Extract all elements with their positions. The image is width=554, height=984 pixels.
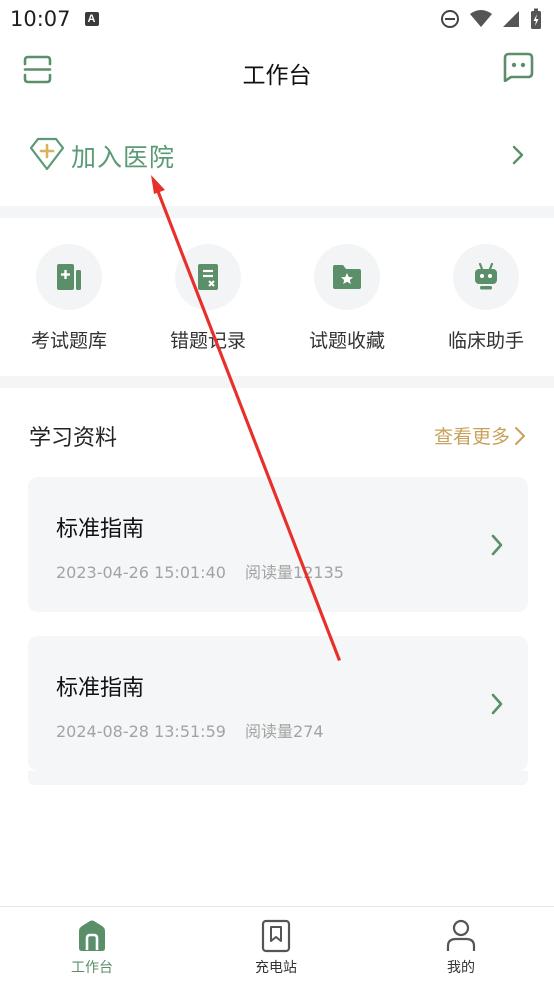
- nav-tab-mine[interactable]: 我的: [416, 919, 506, 977]
- quick-action-label: 试题收藏: [308, 330, 385, 352]
- chevron-right-icon: [515, 426, 526, 445]
- material-meta: 2024-08-28 13:51:59 阅读量274: [56, 718, 324, 742]
- quick-action-question-bank[interactable]: 考试题库: [14, 244, 124, 353]
- join-hospital-row[interactable]: 加入医院: [0, 110, 554, 204]
- material-card[interactable]: 标准指南 2023-04-26 15:01:40 阅读量12135: [28, 477, 528, 612]
- wrong-answer-record-icon: [198, 264, 218, 290]
- status-icons: [440, 8, 542, 30]
- bookmark-icon: [261, 919, 291, 953]
- wifi-icon: [470, 10, 492, 27]
- page-title: 工作台: [242, 63, 312, 89]
- favorites-folder-icon: [333, 265, 361, 289]
- bottom-navigation: 工作台 充电站 我的: [0, 906, 554, 984]
- section-title-materials: 学习资料: [29, 426, 118, 451]
- chevron-right-icon: [512, 145, 524, 165]
- chevron-right-icon: [491, 693, 503, 715]
- quick-action-label: 考试题库: [30, 330, 107, 352]
- status-left: 10:07 A: [10, 7, 99, 31]
- hospital-plus-icon: [29, 137, 65, 171]
- quick-action-label: 临床助手: [447, 330, 524, 352]
- battery-icon: [531, 8, 541, 29]
- quick-action-wrong-answers[interactable]: 错题记录: [153, 244, 263, 353]
- section-divider: [0, 206, 554, 218]
- signal-icon: [503, 11, 519, 27]
- material-title: 标准指南: [56, 676, 145, 701]
- material-date: 2023-04-26 15:01:40: [56, 563, 226, 582]
- nav-tab-workbench[interactable]: 工作台: [47, 919, 137, 977]
- profile-icon: [446, 919, 476, 951]
- material-title: 标准指南: [56, 517, 145, 542]
- status-time: 10:07: [10, 7, 71, 31]
- nav-tab-charging-station[interactable]: 充电站: [231, 919, 321, 977]
- status-bar: 10:07 A: [0, 0, 554, 38]
- material-date: 2024-08-28 13:51:59: [56, 722, 226, 741]
- robot-assistant-icon: [475, 262, 497, 290]
- nav-label: 工作台: [71, 960, 113, 976]
- material-read-count: 阅读量274: [245, 722, 324, 741]
- app-notification-icon: A: [84, 12, 99, 26]
- view-more-link[interactable]: 查看更多: [434, 422, 526, 449]
- section-divider: [0, 376, 554, 388]
- material-card[interactable]: 标准指南 2024-08-28 13:51:59 阅读量274: [28, 636, 528, 771]
- join-hospital-label: 加入医院: [71, 143, 176, 172]
- home-icon: [79, 920, 105, 951]
- nav-label: 我的: [447, 960, 475, 976]
- quick-actions: 考试题库 错题记录 试题收藏 临床助手: [0, 218, 554, 376]
- do-not-disturb-icon: [441, 10, 459, 28]
- material-meta: 2023-04-26 15:01:40 阅读量12135: [56, 559, 344, 583]
- chevron-right-icon: [491, 534, 503, 556]
- nav-label: 充电站: [255, 960, 297, 976]
- question-bank-icon: [57, 264, 81, 290]
- message-icon[interactable]: [502, 52, 534, 82]
- view-more-label: 查看更多: [434, 426, 511, 448]
- material-read-count: 阅读量12135: [245, 563, 344, 582]
- quick-action-favorites[interactable]: 试题收藏: [292, 244, 402, 353]
- quick-action-label: 错题记录: [169, 330, 246, 352]
- card-peek: [28, 771, 528, 785]
- quick-action-clinical-assistant[interactable]: 临床助手: [431, 244, 541, 353]
- app-header: 工作台: [0, 38, 554, 104]
